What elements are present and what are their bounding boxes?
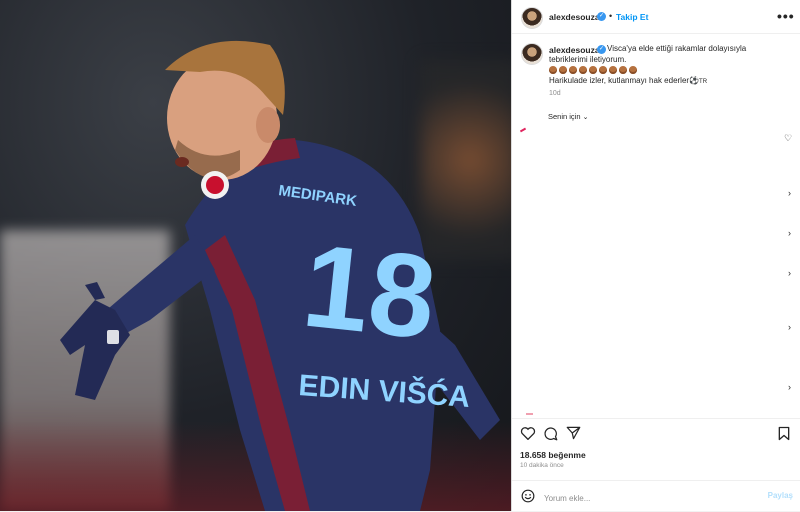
clap-emoji-icon [579,66,587,74]
player-glove-thumb [85,282,105,300]
caption-flag-text: TR [699,79,708,85]
caption-line-1: Visca'ya elde ettiği rakamlar dolayısıyl… [607,44,747,53]
caption-time[interactable]: 10d [549,90,561,97]
scroll-marker-3-icon: › [788,268,791,278]
for-you-label: Senin için [548,112,581,121]
clap-emoji-icon [629,66,637,74]
clap-emoji-icon [559,66,567,74]
likes-count[interactable]: 18.658 beğenme [520,450,586,460]
red-mark-top [519,127,527,133]
scroll-marker-1-icon: › [788,188,791,198]
instagram-post-window: MEDIPARK 18 EDIN VIŠĆA alexdesouza ✓ • T… [0,0,800,511]
comment-bubble-icon[interactable] [543,426,558,441]
post-side-panel: alexdesouza ✓ • Takip Et ••• alexdesouza… [511,0,800,511]
post-actions: 18.658 beğenme 10 dakika önce [512,418,800,481]
clap-emoji-icon [609,66,617,74]
verified-badge-icon: ✓ [597,12,606,21]
clap-emoji-icon [589,66,597,74]
post-time-ago: 10 dakika önce [520,462,564,469]
scroll-marker-2-icon: › [788,228,791,238]
for-you-toggle[interactable]: Senin için ⌄ [548,112,589,121]
glove-logo [107,330,119,344]
jersey-number-text: 18 [297,220,441,365]
league-badge-inner [206,176,224,194]
clap-emoji-icon [549,66,557,74]
clap-emoji-icon [569,66,577,74]
comment-input[interactable] [542,490,756,506]
scroll-marker-4-icon: › [788,322,791,332]
like-heart-icon[interactable] [520,426,536,440]
player-mouth [175,157,189,167]
emoji-smiley-icon[interactable] [521,489,535,503]
chevron-down-icon: ⌄ [582,114,589,121]
separator-dot: • [609,11,613,21]
more-options-icon[interactable]: ••• [777,8,795,24]
clap-emoji-icon [599,66,607,74]
scroll-marker-5-icon: › [788,382,791,392]
soccer-ball-icon: ⚽ [689,76,700,85]
player-ear [256,107,280,143]
comment-bar: Paylaş [512,480,800,512]
post-comment-button[interactable]: Paylaş [768,491,793,500]
caption-username[interactable]: alexdesouza [549,45,600,55]
clap-emoji-icon [619,66,627,74]
caption-line-3: Harikulade izler, kutlanmayı hak ederler… [549,76,759,88]
follow-button[interactable]: Takip Et [616,12,648,22]
post-photo[interactable]: MEDIPARK 18 EDIN VIŠĆA [0,0,511,511]
share-send-icon[interactable] [566,426,581,440]
author-username[interactable]: alexdesouza [549,12,600,22]
comment-like-heart-icon[interactable]: ♡ [784,133,792,144]
save-bookmark-icon[interactable] [778,426,790,441]
caption-avatar[interactable] [521,43,543,65]
caption-line-2: tebriklerimi iletiyorum. [549,55,627,64]
player-illustration: MEDIPARK 18 EDIN VIŠĆA [60,40,500,511]
red-mark-bottom [526,413,533,415]
author-avatar[interactable] [521,7,543,29]
caption-line-3-text: Harikulade izler, kutlanmayı hak ederler [549,76,690,85]
caption-emojis [549,66,639,76]
caption-verified-icon: ✓ [597,45,606,54]
post-header: alexdesouza ✓ • Takip Et ••• [512,0,800,34]
